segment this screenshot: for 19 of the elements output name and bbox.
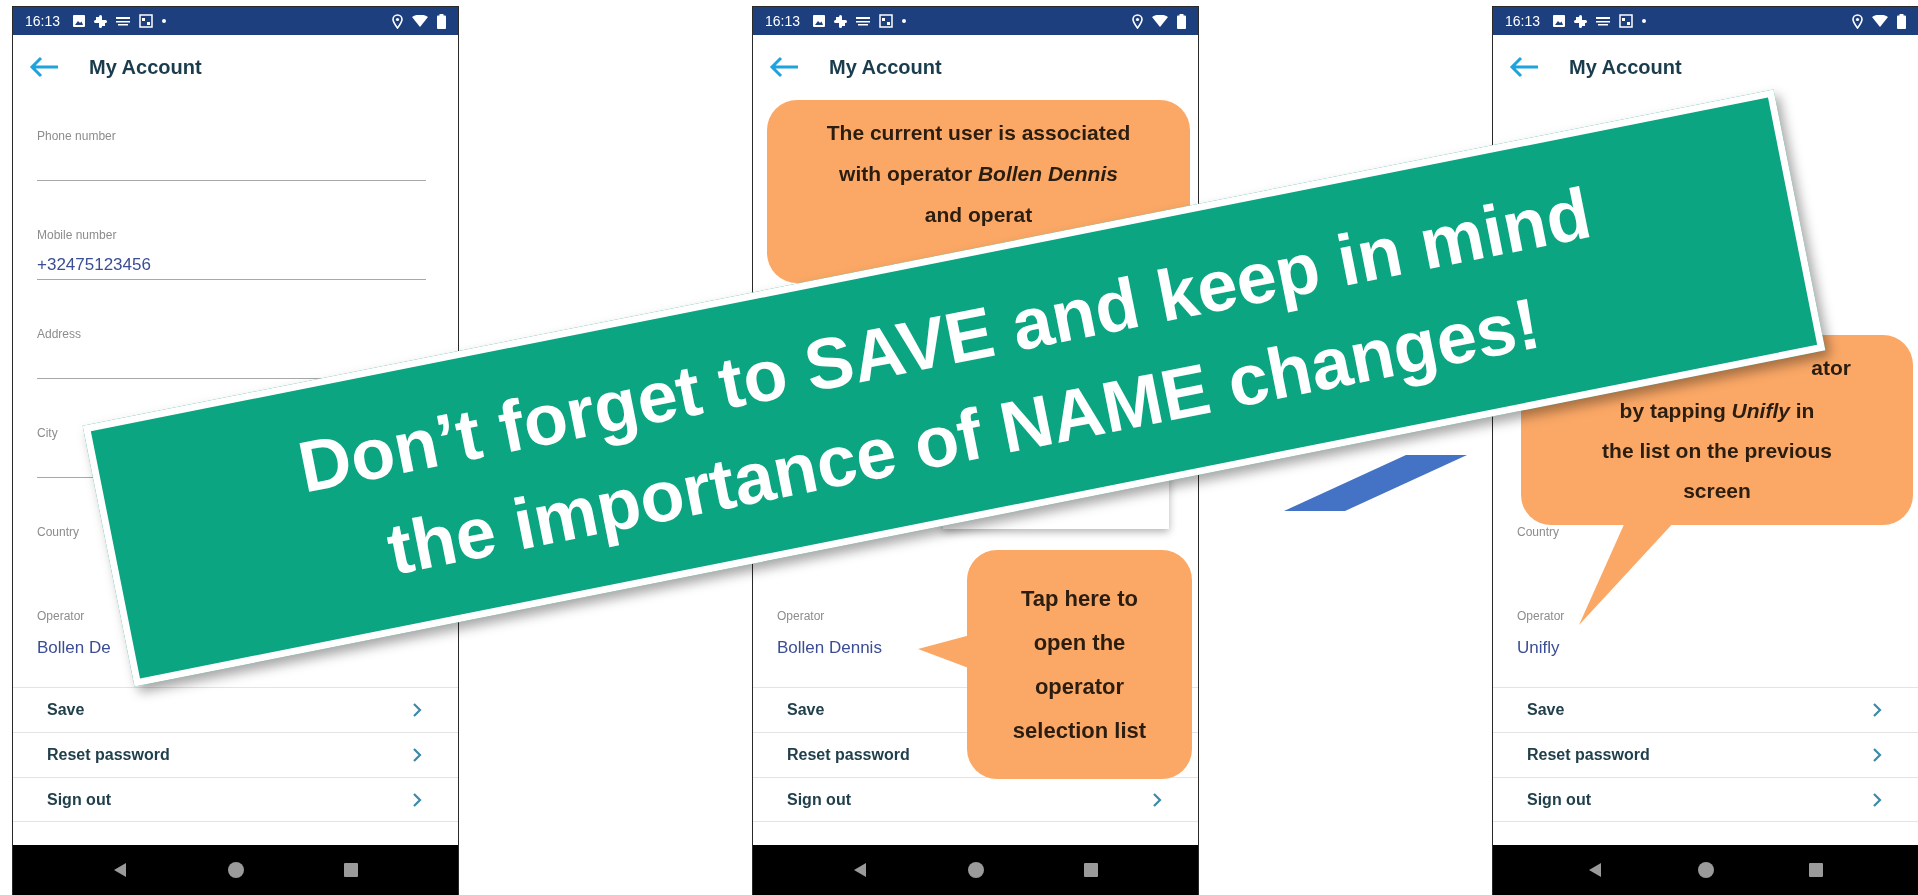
field-label: City bbox=[37, 426, 58, 440]
status-time: 16:13 bbox=[1505, 13, 1541, 29]
status-time: 16:13 bbox=[25, 13, 61, 29]
field-label: Operator bbox=[37, 609, 85, 623]
field-label: Country bbox=[1517, 525, 1560, 539]
field-label: Country bbox=[37, 525, 80, 539]
callout-text: Tap here to open the operator selection list bbox=[1011, 584, 1148, 745]
callout-text: The current user is associated with operator Bollen Dennis and operat bbox=[825, 120, 1132, 228]
field-label: Mobile number bbox=[37, 228, 117, 242]
field-label: Address bbox=[37, 327, 82, 341]
callout-text: ator bbox=[1811, 355, 1851, 381]
field-label: Operator bbox=[1517, 609, 1565, 623]
status-time: 16:13 bbox=[765, 13, 801, 29]
screen-title: My Account bbox=[1569, 55, 1682, 79]
callout-text: by tapping Unifly in the list on the previous screen bbox=[1601, 398, 1833, 504]
screen-title: My Account bbox=[89, 55, 202, 79]
field-label: Phone number bbox=[37, 129, 116, 143]
field-label: Operator bbox=[777, 609, 825, 623]
screen-title: My Account bbox=[829, 55, 942, 79]
